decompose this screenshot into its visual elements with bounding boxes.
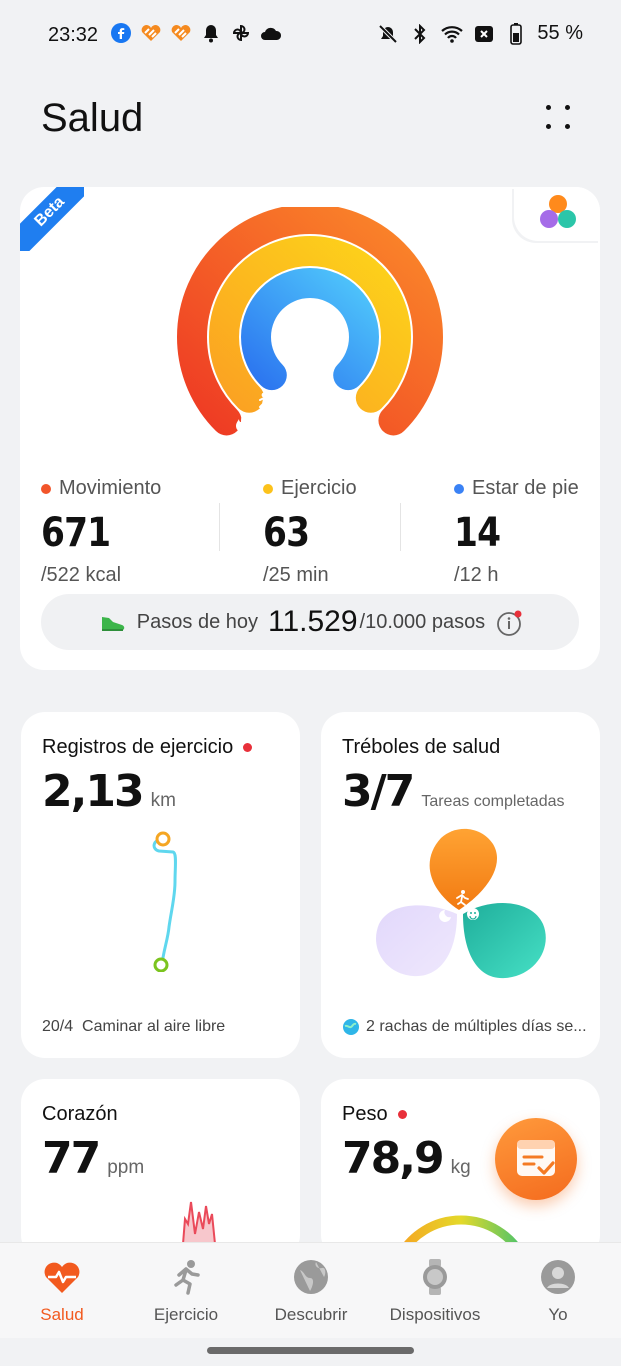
exercise-value: 63 <box>263 510 310 556</box>
move-value: 671 <box>41 510 111 556</box>
divider <box>219 503 220 551</box>
stand-goal: /12 h <box>454 564 499 586</box>
steps-today-bar[interactable]: Pasos de hoy 11.529 /10.000 pasos <box>41 594 579 650</box>
exercise-records-title: Registros de ejercicio <box>42 736 234 758</box>
weight-value: 78,9 <box>342 1133 445 1184</box>
nav-ejercicio[interactable]: Ejercicio <box>126 1257 246 1325</box>
globe-icon <box>291 1257 331 1297</box>
heart-rate-value: 77 <box>42 1133 101 1184</box>
divider <box>400 503 401 551</box>
metric-exercise: Ejercicio 63 /25 min <box>263 477 357 586</box>
info-icon[interactable] <box>495 609 522 636</box>
checklist-icon <box>517 1140 555 1176</box>
smile-icon <box>467 908 479 920</box>
health-clovers-title: Tréboles de salud <box>342 736 501 758</box>
health-clovers-card[interactable]: Tréboles de salud 3/7 Tareas completadas <box>321 712 600 1058</box>
status-bar: 23:32 55 % <box>0 0 621 70</box>
rings-summary-icon <box>540 195 576 228</box>
exercise-goal: /25 min <box>263 564 329 586</box>
pinwheel-icon <box>230 22 252 44</box>
route-end-marker <box>155 831 171 847</box>
activity-rings-card[interactable]: Beta Movimiento 671 /522 kcal Ejercicio … <box>20 187 600 670</box>
new-indicator <box>243 743 253 752</box>
cloud-icon <box>260 22 282 44</box>
heart-pulse-icon <box>42 1257 82 1297</box>
nav-salud[interactable]: Salud <box>2 1257 122 1325</box>
tasks-unit: Tareas completadas <box>421 793 565 810</box>
bell-icon <box>200 22 222 44</box>
beta-badge: Beta <box>20 187 84 251</box>
bottom-navigation: Salud Ejercicio Descubrir Dispositivos Y… <box>0 1242 621 1338</box>
route-start-marker <box>153 957 169 972</box>
page-title: Salud <box>41 96 144 140</box>
bluetooth-icon <box>409 23 431 45</box>
exercise-dot <box>263 483 273 494</box>
steps-label: Pasos de hoy <box>136 610 258 633</box>
stand-dot <box>454 483 464 494</box>
heart-rate-unit: ppm <box>107 1157 145 1178</box>
mute-icon <box>377 23 399 45</box>
tasks-value: 3/7 <box>342 766 415 817</box>
new-indicator <box>397 1110 407 1119</box>
nav-yo[interactable]: Yo <box>498 1257 618 1325</box>
move-goal: /522 kcal <box>41 564 122 586</box>
globe-streak-icon <box>343 1019 359 1035</box>
heart-rate-card[interactable]: Corazón 77 ppm <box>21 1079 300 1259</box>
metric-stand: Estar de pie 14 /12 h <box>454 477 579 586</box>
wifi-icon <box>441 23 464 45</box>
rings-summary-button[interactable] <box>514 187 600 241</box>
shoe-icon <box>101 617 125 631</box>
record-date: 20/4 <box>42 1018 74 1035</box>
stand-value: 14 <box>454 510 501 556</box>
home-indicator[interactable] <box>207 1347 414 1354</box>
distance-unit: km <box>150 790 176 811</box>
no-sim-icon <box>473 23 495 45</box>
heart-app-icon <box>140 22 162 44</box>
watch-icon <box>415 1257 455 1297</box>
heart-title: Corazón <box>42 1103 118 1125</box>
clover-chart <box>376 828 546 979</box>
status-time: 23:32 <box>48 24 99 46</box>
battery-icon <box>505 22 527 45</box>
move-dot <box>41 483 51 494</box>
running-icon <box>166 1257 206 1297</box>
heart-rate-graph <box>182 1201 216 1244</box>
add-record-fab[interactable] <box>495 1118 577 1200</box>
steps-value: 11.529 <box>268 605 358 638</box>
heart-app-icon <box>170 22 192 44</box>
steps-goal: /10.000 pasos <box>359 610 486 633</box>
record-activity: Caminar al aire libre <box>82 1018 226 1035</box>
activity-rings-chart <box>177 207 443 436</box>
notification-icons <box>110 22 282 44</box>
profile-icon <box>538 1257 578 1297</box>
system-icons: 55 % <box>377 22 583 45</box>
more-options-button[interactable] <box>538 100 578 136</box>
ring-stand <box>241 268 379 391</box>
metric-move: Movimiento 671 /522 kcal <box>41 477 162 586</box>
battery-level: 55 % <box>537 22 583 44</box>
nav-descubrir[interactable]: Descubrir <box>251 1257 371 1325</box>
facebook-icon <box>110 22 132 44</box>
distance-value: 2,13 <box>42 766 145 817</box>
weight-title: Peso <box>342 1103 388 1125</box>
clover-leaf-exercise <box>429 828 498 910</box>
exercise-records-card[interactable]: Registros de ejercicio 2,13 km 20/4 Cami… <box>21 712 300 1058</box>
weight-unit: kg <box>450 1157 471 1178</box>
route-map <box>152 831 177 972</box>
streak-text: 2 rachas de múltiples días se... <box>366 1018 587 1035</box>
nav-dispositivos[interactable]: Dispositivos <box>375 1257 495 1325</box>
